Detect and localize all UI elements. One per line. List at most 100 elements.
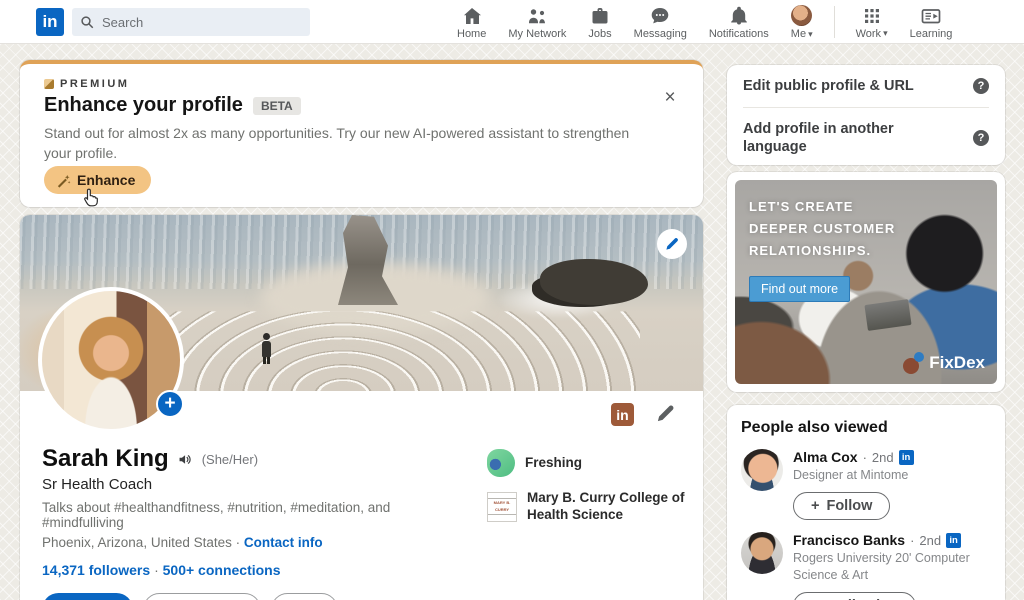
plus-icon: + bbox=[811, 498, 820, 515]
premium-icon bbox=[44, 79, 54, 89]
open-to-button[interactable]: Open to bbox=[42, 593, 133, 600]
more-button[interactable]: More bbox=[270, 593, 339, 600]
briefcase-icon bbox=[590, 6, 610, 26]
linkedin-badge-icon: in bbox=[898, 449, 914, 465]
nav-notifications[interactable]: Notifications bbox=[698, 0, 780, 44]
affiliation-company[interactable]: Freshing bbox=[487, 449, 687, 477]
linkedin-creator-badge: in bbox=[611, 403, 634, 426]
person-subtitle: Rogers University 20' Computer Science &… bbox=[793, 551, 970, 582]
connections-count[interactable]: 500+ connections bbox=[163, 562, 281, 578]
nav-me-label: Me bbox=[790, 28, 807, 40]
person-name[interactable]: Alma Cox bbox=[793, 449, 858, 465]
cover-person-body bbox=[262, 341, 271, 357]
edit-public-profile-link[interactable]: Edit public profile & URL ? bbox=[743, 65, 989, 107]
nav-jobs-label: Jobs bbox=[588, 27, 612, 40]
affiliation-school-name: Mary B. Curry College of Health Science bbox=[527, 490, 685, 522]
contact-info-link[interactable]: Contact info bbox=[244, 535, 323, 550]
nav-home-label: Home bbox=[457, 27, 487, 40]
separator-dot: · bbox=[235, 535, 241, 550]
nav-messaging[interactable]: Messaging bbox=[623, 0, 698, 44]
followers-count[interactable]: 14,371 followers bbox=[42, 562, 150, 578]
cover-person-legs bbox=[263, 357, 270, 364]
hand-cursor bbox=[80, 186, 100, 213]
add-profile-language-label: Add profile in another language bbox=[743, 121, 894, 156]
add-profile-photo-badge[interactable]: + bbox=[156, 390, 184, 418]
mary-curry-college-logo: MARY B. CURRY bbox=[487, 491, 517, 522]
learning-icon bbox=[920, 6, 942, 26]
edit-profile-card: Edit public profile & URL ? Add profile … bbox=[727, 65, 1005, 165]
pencil-icon bbox=[657, 405, 674, 421]
chevron-down-icon: ▾ bbox=[883, 28, 888, 38]
premium-label: PREMIUM bbox=[60, 78, 130, 90]
banner-title: Enhance your profile bbox=[44, 94, 243, 116]
nav-learning-label: Learning bbox=[909, 27, 953, 40]
nav-work[interactable]: Work ▾ bbox=[845, 0, 899, 44]
in-badge-text: in bbox=[901, 451, 911, 463]
beta-badge: BETA bbox=[252, 96, 301, 115]
profile-pronouns: (She/Her) bbox=[201, 451, 259, 467]
in-badge-text: in bbox=[949, 534, 958, 546]
profile-name: Sarah King bbox=[42, 445, 169, 472]
help-icon[interactable]: ? bbox=[973, 130, 989, 147]
cover-person-head bbox=[263, 333, 270, 340]
nav-learning[interactable]: Learning bbox=[899, 0, 964, 44]
separator-dot: · bbox=[154, 562, 159, 578]
banner-description: Stand out for almost 2x as many opportun… bbox=[44, 125, 630, 162]
search-box[interactable] bbox=[72, 8, 310, 36]
mary-curry-logo-text: MARY B. CURRY bbox=[488, 498, 516, 516]
fixdex-logo bbox=[903, 352, 925, 374]
francisco-banks-avatar[interactable] bbox=[741, 532, 783, 575]
nav-home[interactable]: Home bbox=[446, 0, 497, 44]
cover-person bbox=[262, 333, 272, 364]
nav-my-network[interactable]: My Network bbox=[497, 0, 577, 44]
nav-notifications-label: Notifications bbox=[708, 27, 769, 40]
cover-shore-rocks bbox=[540, 259, 648, 305]
separator-dot: · bbox=[910, 532, 915, 548]
person-name[interactable]: Francisco Banks bbox=[793, 532, 905, 548]
people-also-viewed-card: People also viewed Alma Cox · 2nd in Des… bbox=[727, 405, 1005, 600]
following-button[interactable]: ✓ Following bbox=[793, 591, 916, 600]
profile-headline: Sr Health Coach bbox=[42, 476, 153, 493]
connection-degree: 2nd bbox=[871, 449, 894, 465]
ad-card: LET'S CREATE DEEPER CUSTOMER RELATIONSHI… bbox=[727, 172, 1005, 392]
top-navigation: in Home My Network Jobs Messaging Notifi… bbox=[0, 0, 1024, 44]
nav-jobs[interactable]: Jobs bbox=[577, 0, 622, 44]
freshing-logo bbox=[487, 449, 515, 477]
person-subtitle: Designer at Mintome bbox=[793, 468, 909, 482]
add-profile-language-link[interactable]: Add profile in another language ? bbox=[743, 107, 989, 168]
person-row: Alma Cox · 2nd in Designer at Mintome + … bbox=[741, 449, 991, 521]
nav-work-label: Work bbox=[855, 27, 882, 40]
ad-headline: LET'S CREATE DEEPER CUSTOMER RELATIONSHI… bbox=[749, 199, 896, 259]
follow-button[interactable]: + Follow bbox=[793, 492, 891, 521]
my-network-icon bbox=[527, 6, 547, 26]
ad-cta-button[interactable]: Find out more bbox=[749, 276, 851, 302]
nav-items: Home My Network Jobs Messaging Notificat… bbox=[446, 0, 963, 44]
ad-image[interactable]: LET'S CREATE DEEPER CUSTOMER RELATIONSHI… bbox=[735, 180, 997, 384]
edit-profile-button[interactable] bbox=[656, 404, 675, 426]
profile-card: + in Sarah King (She/Her) Sr Health Coac… bbox=[20, 215, 703, 600]
separator-dot: · bbox=[862, 449, 867, 465]
profile-talks-about: Talks about #healthandfitness, #nutritio… bbox=[42, 500, 391, 530]
grid-icon bbox=[862, 6, 882, 26]
search-icon bbox=[80, 15, 95, 30]
search-input[interactable] bbox=[102, 14, 282, 30]
people-also-viewed-title: People also viewed bbox=[741, 419, 888, 436]
in-badge-text: in bbox=[616, 406, 629, 423]
help-icon[interactable]: ? bbox=[973, 78, 989, 95]
linkedin-badge-icon: in bbox=[946, 532, 962, 548]
close-icon[interactable]: × bbox=[659, 86, 681, 108]
affiliation-company-name: Freshing bbox=[525, 454, 583, 470]
person-row: Francisco Banks · 2nd in Rogers Universi… bbox=[741, 532, 991, 600]
linkedin-logo[interactable]: in bbox=[36, 8, 64, 36]
speaker-icon[interactable] bbox=[177, 451, 194, 468]
nav-messaging-label: Messaging bbox=[633, 27, 687, 40]
edit-cover-button[interactable] bbox=[657, 229, 687, 259]
nav-my-network-label: My Network bbox=[508, 27, 567, 40]
profile-location: Phoenix, Arizona, United States bbox=[42, 535, 232, 550]
affiliation-school[interactable]: MARY B. CURRY Mary B. Curry College of H… bbox=[487, 490, 687, 524]
add-section-button[interactable]: Add section bbox=[142, 593, 261, 600]
alma-cox-avatar[interactable] bbox=[741, 449, 783, 491]
premium-banner: PREMIUM Enhance your profile BETA Stand … bbox=[20, 60, 703, 207]
linkedin-logo-text: in bbox=[42, 12, 58, 31]
nav-me[interactable]: Me ▾ bbox=[780, 0, 824, 44]
